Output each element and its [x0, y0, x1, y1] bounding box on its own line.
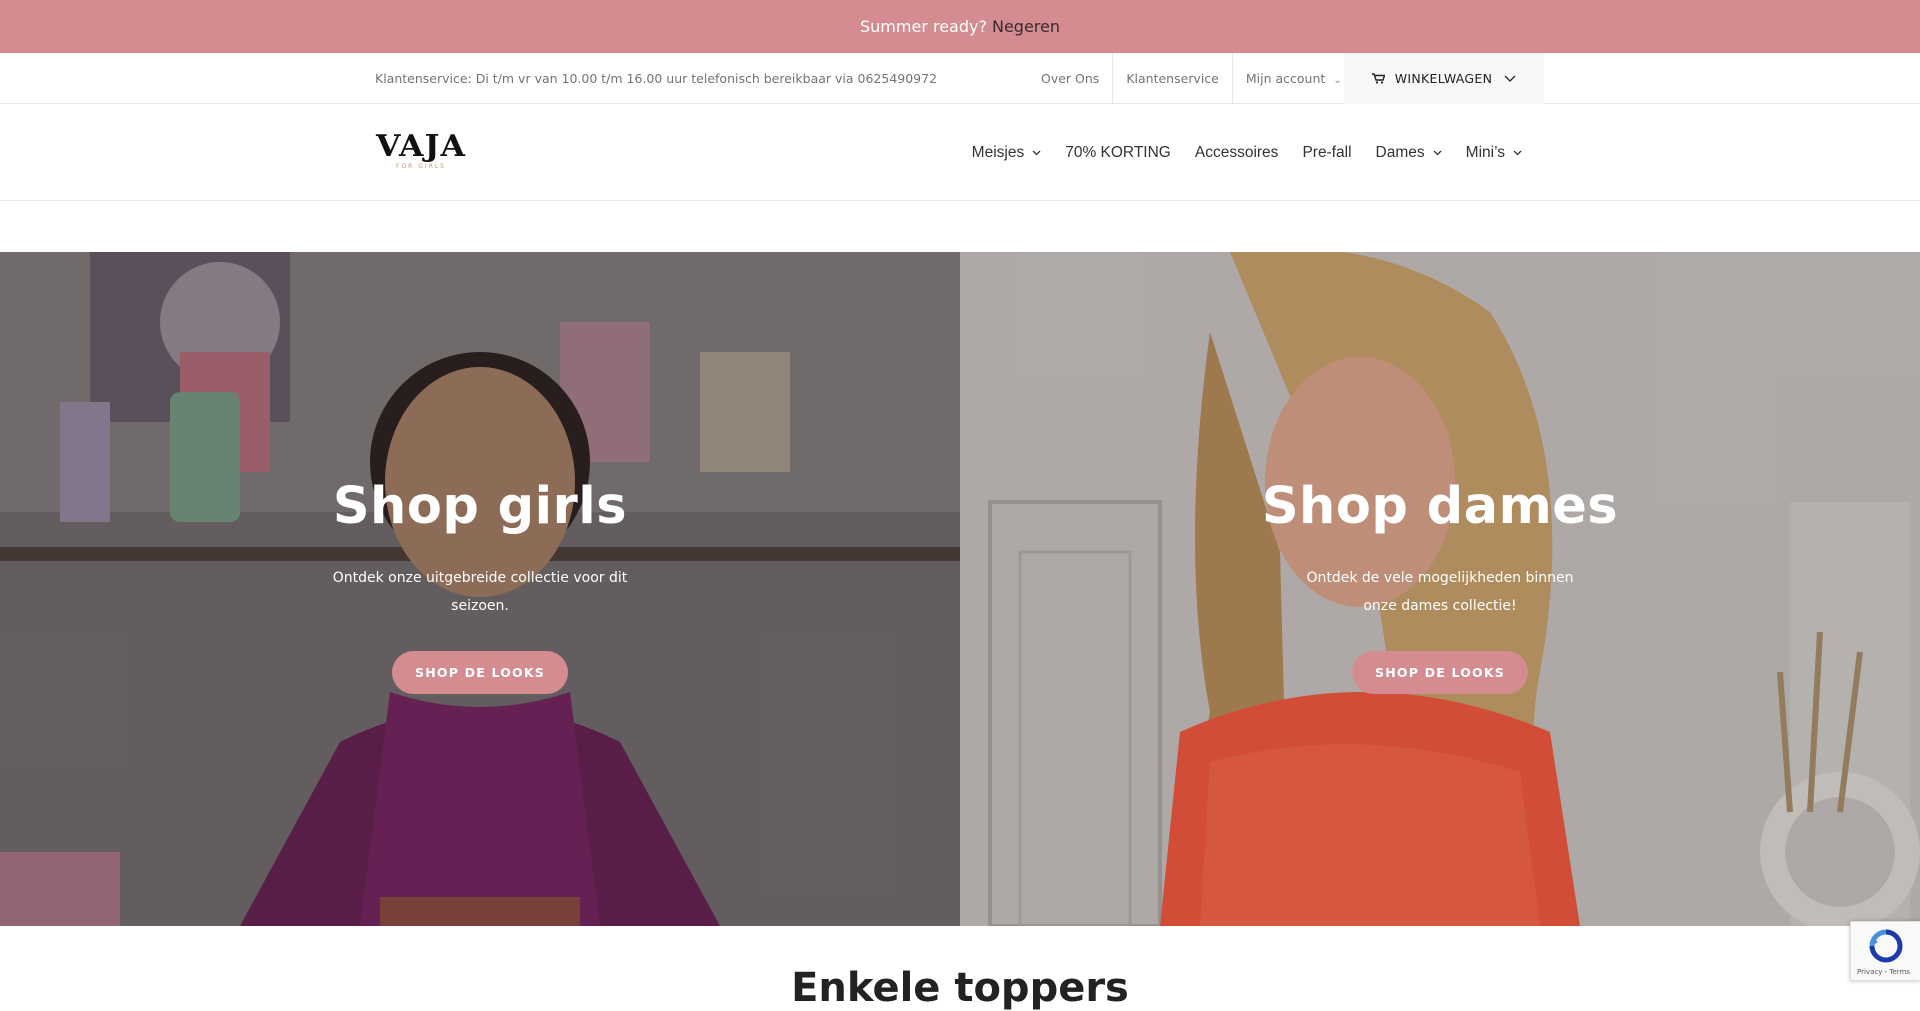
main-nav: Meisjes 70% KORTING Accessoires Pre-fall… [948, 104, 1522, 201]
top-link-klantenservice[interactable]: Klantenservice [1113, 53, 1233, 104]
announcement-text: Summer ready? [860, 17, 987, 36]
site-logo[interactable]: VAJA FOR GIRLS [375, 132, 467, 171]
shop-dames-button[interactable]: SHOP DE LOOKS [1352, 651, 1528, 694]
chevron-down-icon [1513, 150, 1522, 156]
nav-item-dames[interactable]: Dames [1376, 144, 1442, 162]
top-link-mijn-account[interactable]: Mijn account ⌄ [1233, 53, 1356, 104]
nav-item-pre-fall[interactable]: Pre-fall [1302, 144, 1351, 162]
cart-icon [1371, 73, 1385, 84]
cart-button[interactable]: WINKELWAGEN [1344, 53, 1544, 104]
dismiss-link[interactable]: Negeren [992, 17, 1060, 36]
nav-item-minis[interactable]: Mini’s [1466, 144, 1522, 162]
hero-girls-description: Ontdek onze uitgebreide collectie voor d… [332, 570, 628, 614]
hero-dames-content: Shop dames Ontdek de vele mogelijkheden … [960, 474, 1920, 694]
cart-label: WINKELWAGEN [1394, 71, 1493, 86]
shop-girls-button[interactable]: SHOP DE LOOKS [392, 651, 568, 694]
nav-item-70-korting[interactable]: 70% KORTING [1065, 144, 1171, 162]
chevron-down-icon [1504, 75, 1516, 82]
logo-subtext: FOR GIRLS [396, 163, 446, 170]
chevron-down-icon [1433, 150, 1442, 156]
customer-service-info: Klantenservice: Di t/m vr van 10.00 t/m … [375, 71, 938, 86]
hero-dames-title: Shop dames [1261, 477, 1619, 536]
hero-girls-title: Shop girls [332, 477, 628, 536]
recaptcha-badge[interactable]: Privacy - Terms [1850, 921, 1920, 981]
recaptcha-text[interactable]: Privacy - Terms [1857, 968, 1910, 976]
top-link-over-ons[interactable]: Over Ons [1028, 53, 1114, 104]
top-links: Over Ons Klantenservice Mijn account ⌄ [1028, 53, 1356, 104]
nav-label: Meisjes [971, 143, 1025, 161]
nav-label: Accessoires [1194, 143, 1279, 161]
recaptcha-icon [1869, 929, 1903, 963]
hero-girls[interactable]: Shop girls Ontdek onze uitgebreide colle… [0, 252, 960, 926]
nav-label: Dames [1375, 143, 1425, 161]
nav-item-accessoires[interactable]: Accessoires [1195, 144, 1279, 162]
chevron-down-icon: ⌄ [1333, 75, 1342, 86]
top-utility-bar: Klantenservice: Di t/m vr van 10.00 t/m … [0, 53, 1920, 104]
nav-label: Mini’s [1465, 143, 1505, 161]
top-link-label: Mijn account [1245, 71, 1326, 86]
section-title-toppers: Enkele toppers [791, 965, 1129, 1011]
logo-text: VAJA [375, 129, 466, 164]
hero-dames[interactable]: Shop dames Ontdek de vele mogelijkheden … [960, 252, 1920, 926]
announcement-bar: Summer ready? Negeren [0, 0, 1920, 53]
hero-girls-content: Shop girls Ontdek onze uitgebreide colle… [0, 474, 960, 694]
nav-label: Pre-fall [1302, 143, 1352, 161]
nav-label: 70% KORTING [1065, 143, 1171, 161]
chevron-down-icon [1032, 150, 1041, 156]
top-link-label: Klantenservice [1126, 71, 1219, 86]
top-link-label: Over Ons [1041, 71, 1100, 86]
hero-dames-description: Ontdek de vele mogelijkheden binnen onze… [1306, 570, 1574, 614]
site-header: VAJA FOR GIRLS Meisjes 70% KORTING Acces… [0, 104, 1920, 201]
nav-item-meisjes[interactable]: Meisjes [972, 144, 1042, 162]
